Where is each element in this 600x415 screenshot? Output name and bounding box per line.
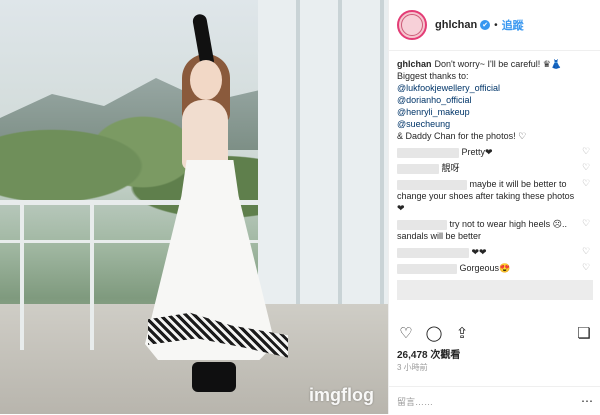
comment-row: ❤❤ ♡ <box>397 246 593 258</box>
mention-link[interactable]: @henryli_makeup <box>397 106 593 118</box>
caption-text: Don't worry~ I'll be careful! ♛👗 <box>434 59 563 69</box>
comment-row: Pretty❤ ♡ <box>397 146 593 158</box>
post-header: ghlchan ✔ • 追蹤 <box>389 0 600 51</box>
blurred-comments <box>397 280 593 300</box>
blurred-username <box>397 263 457 274</box>
caption-username[interactable]: ghlchan <box>397 59 432 69</box>
comment-like-heart-icon[interactable]: ♡ <box>582 219 591 228</box>
comment-input[interactable]: 留言…… <box>397 395 433 408</box>
header-username[interactable]: ghlchan <box>435 19 477 31</box>
comment-like-heart-icon[interactable]: ♡ <box>582 247 591 256</box>
comment-text: Pretty❤ <box>461 147 493 157</box>
caption: ghlchan Don't worry~ I'll be careful! ♛👗 … <box>397 58 593 142</box>
more-options-icon[interactable]: ⋯ <box>581 394 593 408</box>
comment-row: maybe it will be better to change your s… <box>397 178 593 214</box>
comment-like-heart-icon[interactable]: ♡ <box>582 179 591 188</box>
torso <box>182 100 228 170</box>
view-count[interactable]: 26,478 次觀看 <box>397 346 460 361</box>
comment-bar: 留言…… ⋯ <box>389 386 600 415</box>
post-photo[interactable]: imgflog <box>0 0 388 414</box>
caption-closing: & Daddy Chan for the photos! ♡ <box>397 131 527 141</box>
blurred-username <box>397 163 439 174</box>
comment-row: Gorgeous😍 ♡ <box>397 262 593 274</box>
mention-link[interactable]: @dorianho_official <box>397 94 593 106</box>
blurred-username <box>397 147 459 158</box>
comment-text: ❤❤ <box>471 247 487 257</box>
blurred-username <box>397 219 447 230</box>
comment-text: Gorgeous😍 <box>459 263 511 273</box>
heart-icon[interactable]: ♡ <box>397 324 415 342</box>
bookmark-icon[interactable]: ❏ <box>575 324 593 342</box>
instagram-post: imgflog ghlchan ✔ • 追蹤 ghlchan Don't worr… <box>0 0 600 414</box>
mention-link[interactable]: @lukfookjewellery_official <box>397 82 593 94</box>
share-icon[interactable]: ⇪ <box>453 324 471 342</box>
comments-section: ghlchan Don't worry~ I'll be careful! ♛👗 … <box>397 58 593 318</box>
caption-first-line: ghlchan Don't worry~ I'll be careful! ♛👗 <box>397 58 593 70</box>
comment-row: 靚呀 ♡ <box>397 162 593 174</box>
comment-like-heart-icon[interactable]: ♡ <box>582 163 591 172</box>
verified-icon: ✔ <box>480 20 491 30</box>
separator: • <box>494 19 498 31</box>
comment-row: try not to wear high heels ☹.. sandals w… <box>397 218 593 242</box>
blurred-username <box>397 247 469 258</box>
mention-link[interactable]: @suecheung <box>397 118 593 130</box>
comment-like-heart-icon[interactable]: ♡ <box>582 147 591 156</box>
black-shoes <box>192 362 236 392</box>
blurred-username <box>397 179 467 190</box>
post-timestamp[interactable]: 3 小時前 <box>397 362 428 373</box>
action-bar: ♡ ◯ ⇪ ❏ <box>397 322 593 344</box>
head <box>190 60 222 100</box>
comment-text: 靚呀 <box>441 163 460 173</box>
post-side-panel: ghlchan ✔ • 追蹤 ghlchan Don't worry~ I'll … <box>388 0 600 414</box>
avatar[interactable] <box>397 10 427 40</box>
comment-icon[interactable]: ◯ <box>425 324 443 342</box>
watermark: imgflog <box>309 385 374 405</box>
comment-like-heart-icon[interactable]: ♡ <box>582 263 591 272</box>
caption-thanks: Biggest thanks to: <box>397 71 469 81</box>
avatar-face-icon <box>401 14 423 36</box>
follow-button[interactable]: 追蹤 <box>502 17 524 33</box>
